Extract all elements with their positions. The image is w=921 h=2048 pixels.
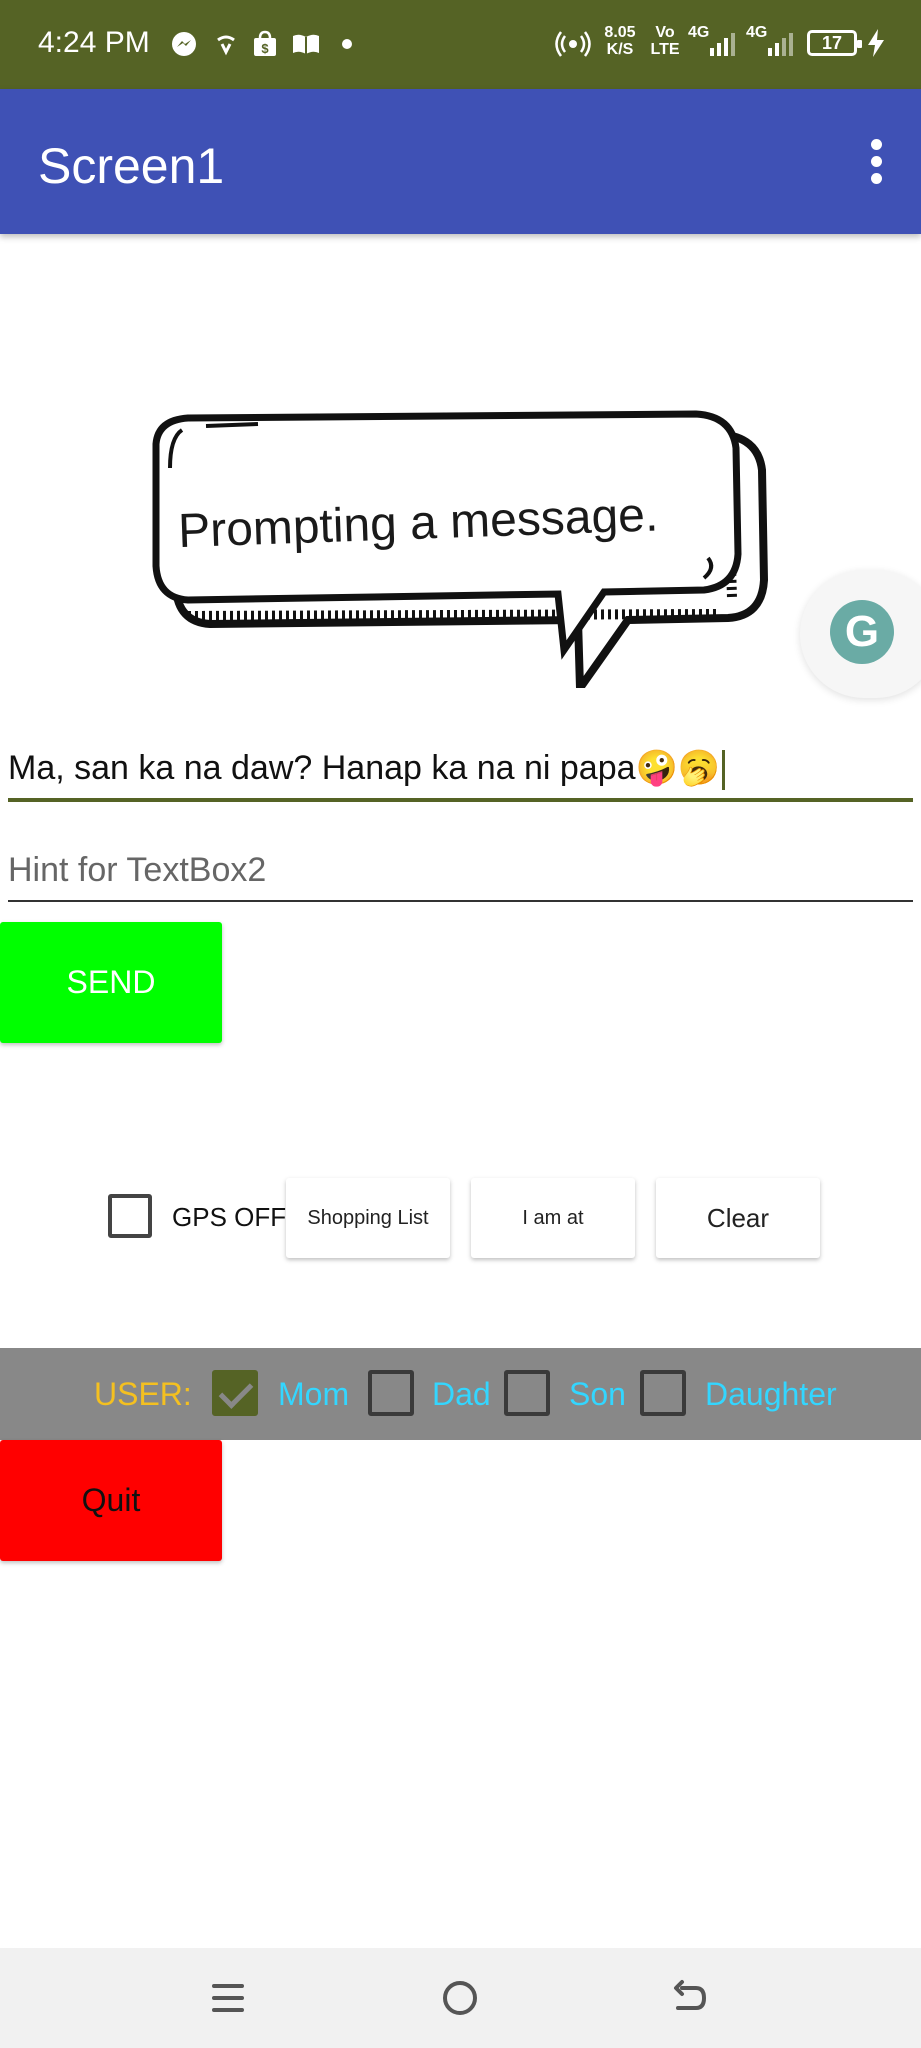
dot-icon — [338, 28, 356, 60]
textbox2-input[interactable] — [8, 851, 913, 890]
back-icon[interactable] — [670, 1978, 710, 2018]
shop-icon: $ — [250, 28, 280, 60]
textbox2-field[interactable] — [8, 840, 913, 902]
send-button[interactable]: SEND — [0, 922, 222, 1043]
grammarly-button[interactable] — [800, 570, 921, 698]
user-label-dad: Dad — [432, 1376, 491, 1412]
signal-icon-2 — [766, 30, 796, 63]
gps-checkbox[interactable] — [108, 1194, 152, 1238]
user-checkbox-son[interactable] — [504, 1370, 550, 1416]
user-label: USER: — [94, 1376, 192, 1412]
charging-icon — [865, 28, 887, 63]
message-textbox[interactable]: Ma, san ka na daw? Hanap ka na ni papa🤪🥱 — [8, 738, 913, 802]
text-caret — [722, 750, 726, 791]
user-checkbox-mom[interactable] — [212, 1370, 258, 1416]
battery-indicator: 17 — [807, 30, 862, 56]
home-icon[interactable] — [440, 1978, 480, 2018]
volte-indicator: Vo LTE — [650, 24, 680, 58]
signal-icon — [708, 30, 738, 63]
net-speed: 8.05 K/S — [604, 24, 636, 58]
messenger-icon — [168, 28, 200, 60]
hotspot-icon — [554, 28, 592, 60]
system-nav-bar — [0, 1948, 921, 2048]
app-bar: Screen1 — [0, 89, 921, 234]
grammarly-icon — [830, 600, 894, 664]
user-selector-bar: USER: Mom Dad Son Daughter — [0, 1348, 921, 1440]
menu-icon[interactable] — [208, 1978, 248, 2018]
clear-button[interactable]: Clear — [656, 1178, 820, 1258]
i-am-at-button[interactable]: I am at — [471, 1178, 635, 1258]
user-label-son: Son — [569, 1376, 626, 1412]
message-text: Ma, san ka na daw? Hanap ka na ni papa🤪🥱 — [8, 749, 721, 787]
user-label-mom: Mom — [278, 1376, 350, 1412]
network-type-1: 4G — [688, 24, 710, 41]
user-checkbox-daughter[interactable] — [640, 1370, 686, 1416]
network-type-2: 4G — [746, 24, 768, 41]
gps-label: GPS OFF — [172, 1202, 287, 1232]
shopping-list-button[interactable]: Shopping List — [286, 1178, 450, 1258]
status-time: 4:24 PM — [38, 26, 150, 59]
book-icon — [290, 28, 322, 60]
more-vert-icon[interactable] — [869, 139, 883, 185]
user-checkbox-dad[interactable] — [368, 1370, 414, 1416]
status-bar: 4:24 PM $ 8.05 K/S Vo LTE 4G 4G 17 — [0, 0, 921, 89]
speech-bubble-image: Prompting a message. — [148, 408, 778, 701]
quit-button[interactable]: Quit — [0, 1440, 222, 1561]
app-title: Screen1 — [38, 138, 225, 194]
svg-text:$: $ — [261, 41, 269, 56]
wifi-share-icon — [212, 28, 240, 60]
user-label-daughter: Daughter — [705, 1376, 837, 1412]
